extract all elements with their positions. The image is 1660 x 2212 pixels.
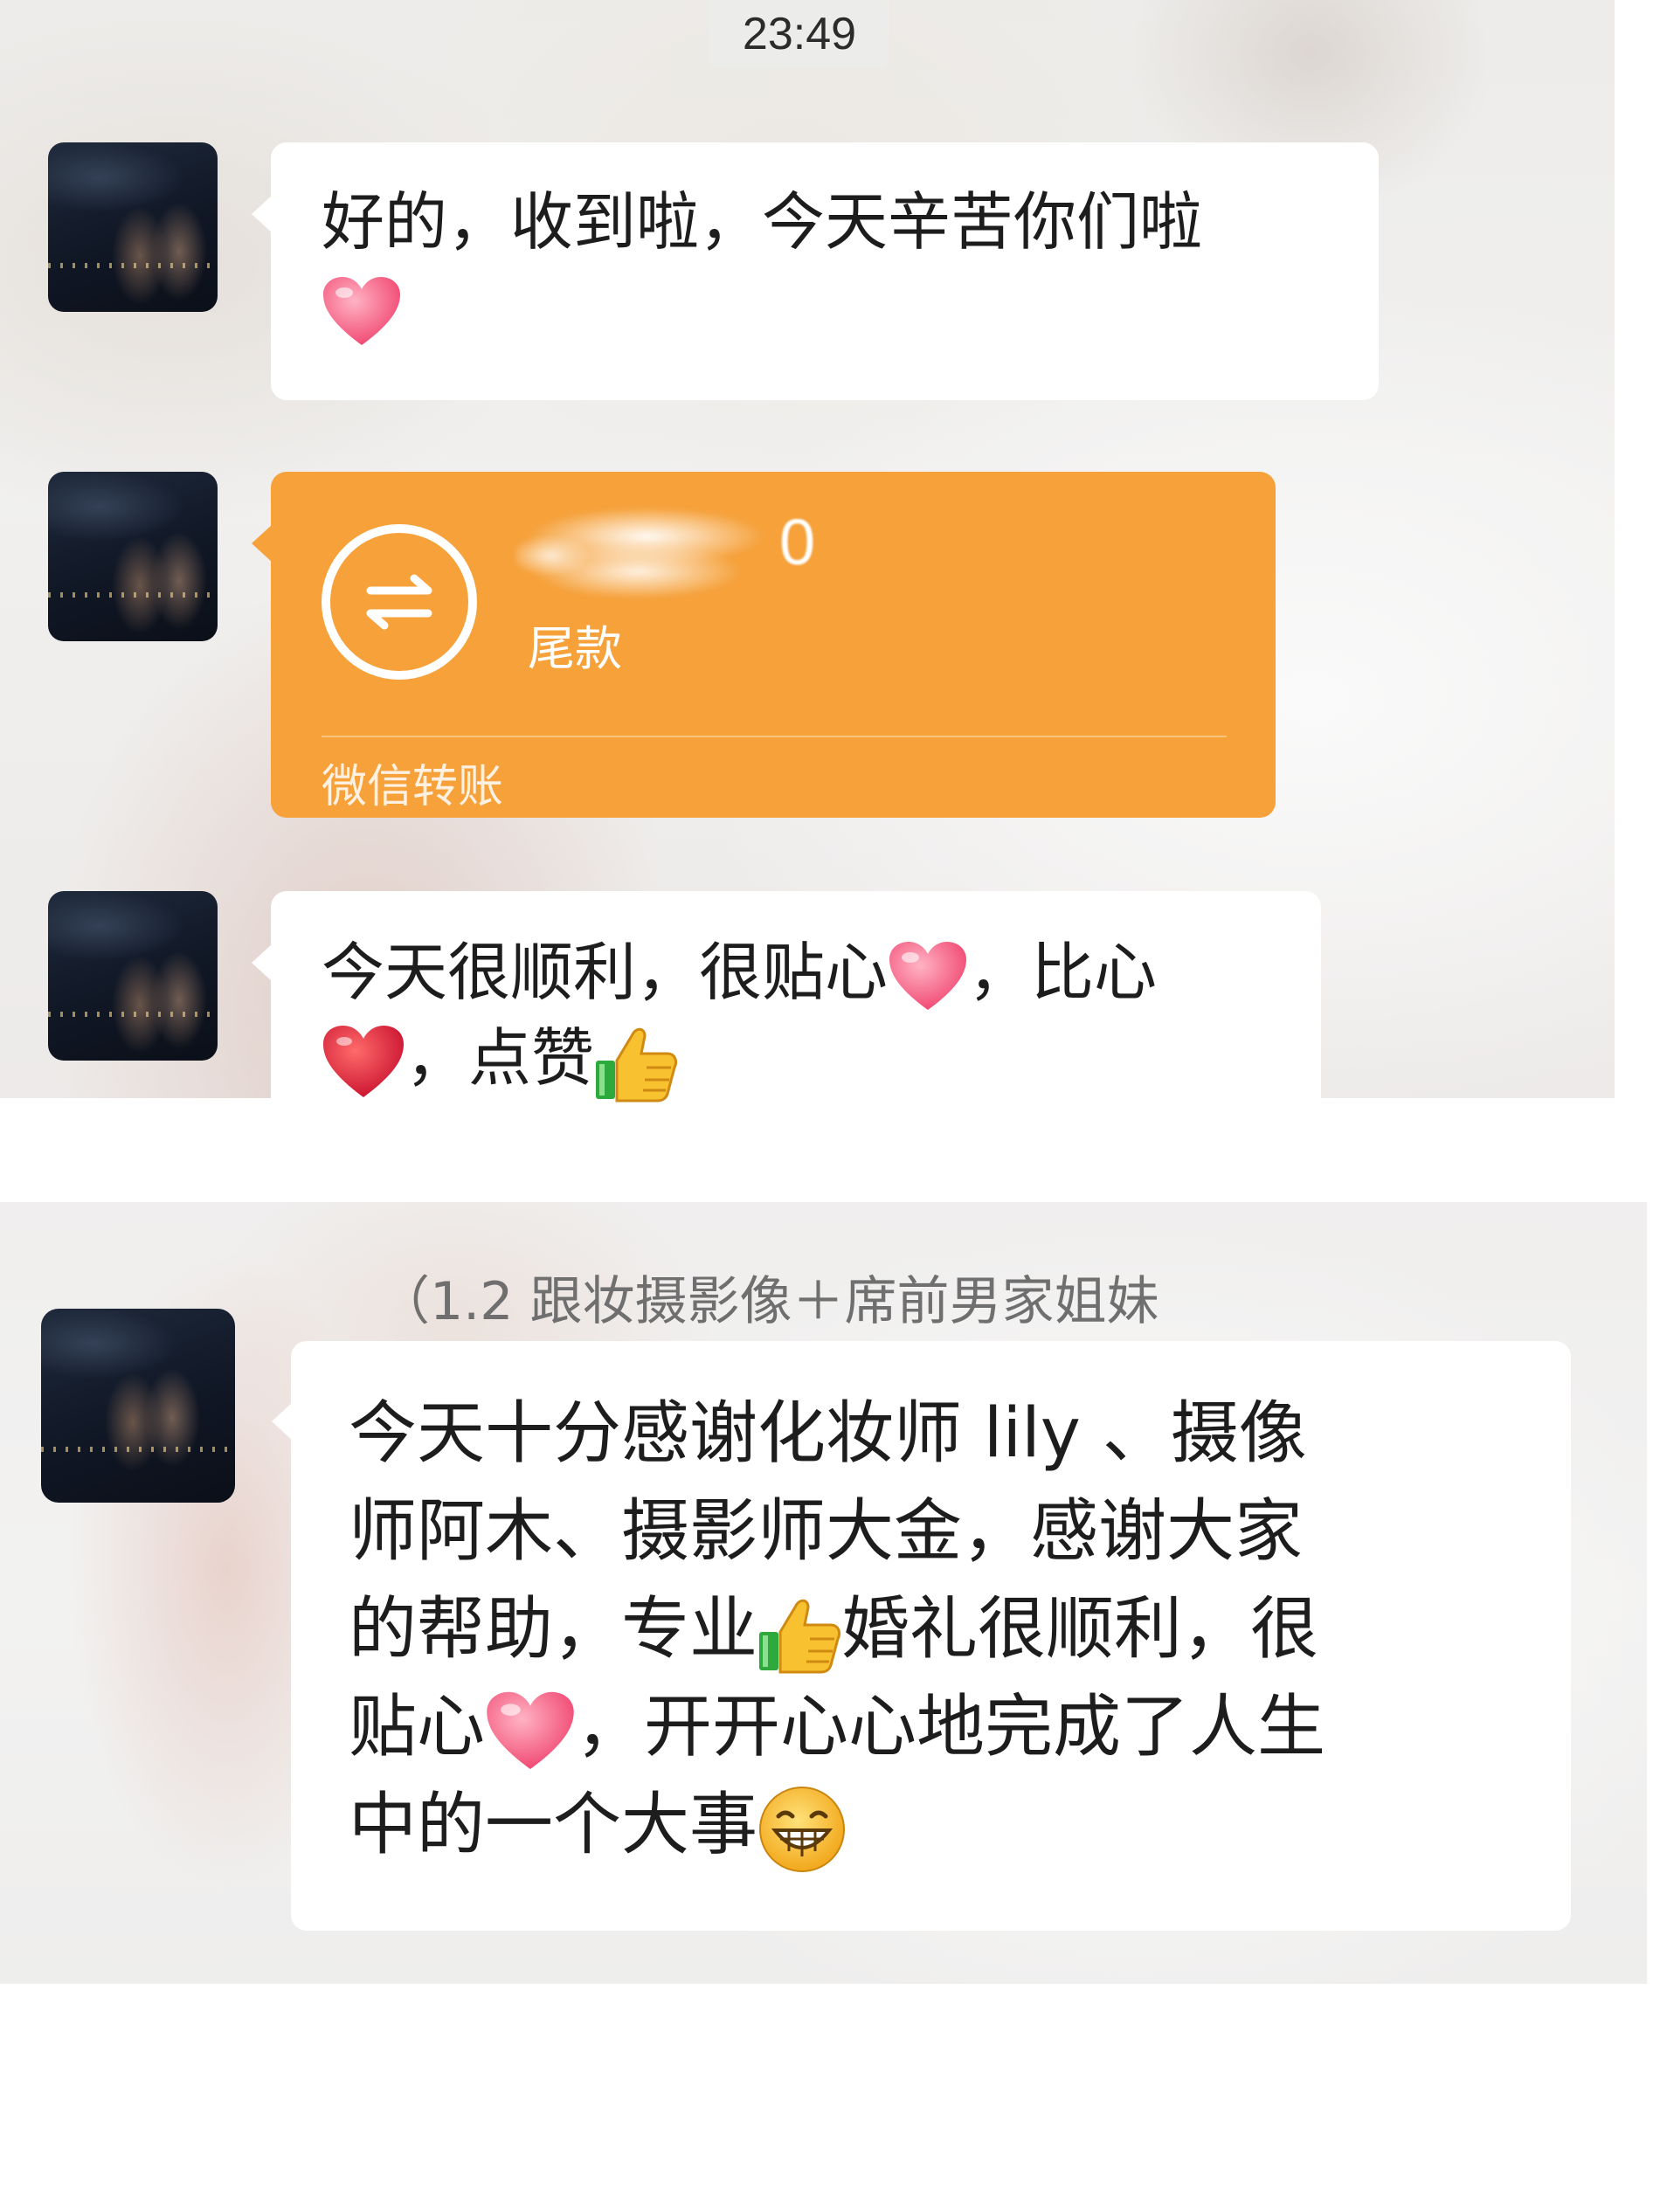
message-bubble[interactable]: 今天十分感谢化妆师 lily 、摄像 师阿木、摄影师大金，感谢大家 的帮助，专业… bbox=[272, 1341, 1571, 1931]
message-text: 贴心 bbox=[349, 1688, 486, 1766]
message-text: ，比心 bbox=[968, 936, 1158, 1009]
contact-avatar[interactable] bbox=[48, 142, 218, 312]
pink-heart-icon bbox=[322, 275, 402, 349]
message-text: 婚礼很顺利，很 bbox=[841, 1590, 1319, 1669]
red-heart-icon bbox=[322, 1024, 405, 1101]
transfer-amount-redacted: 0 bbox=[515, 493, 830, 598]
message-text: 中的一个大事 bbox=[349, 1786, 758, 1864]
contact-avatar[interactable] bbox=[48, 891, 218, 1061]
message-text: ，点赞 bbox=[405, 1021, 595, 1095]
pink-heart-icon bbox=[485, 1690, 576, 1773]
chat-screenshot: 23:49 好的，收到啦，今天辛苦你们啦 0 尾款 微信转账 今天很顺利，很贴心… bbox=[0, 0, 1660, 2212]
transfer-card[interactable]: 0 尾款 微信转账 bbox=[252, 472, 1276, 818]
message-text: 师阿木、摄影师大金，感谢大家 bbox=[349, 1492, 1304, 1571]
message-text: 好的，收到啦，今天辛苦你们啦 bbox=[322, 185, 1203, 259]
transfer-footer-label: 微信转账 bbox=[322, 761, 504, 813]
message-text: 的帮助，专业 bbox=[349, 1590, 758, 1669]
thumbs-up-icon bbox=[757, 1593, 841, 1674]
divider bbox=[322, 736, 1227, 737]
grinning-face-icon bbox=[757, 1785, 847, 1874]
message-bubble[interactable]: 好的，收到啦，今天辛苦你们啦 bbox=[252, 142, 1379, 400]
pink-heart-icon bbox=[888, 940, 968, 1013]
message-text: ，开开心心地完成了人生 bbox=[576, 1688, 1326, 1766]
contact-avatar[interactable] bbox=[48, 472, 218, 641]
message-timestamp: 23:49 bbox=[709, 0, 889, 68]
transfer-note: 尾款 bbox=[528, 621, 622, 676]
thumbs-up-icon bbox=[594, 1022, 678, 1103]
message-bubble[interactable]: 今天很顺利，很贴心 ，比心 ，点赞 bbox=[252, 891, 1321, 1103]
message-text: 今天很顺利，很贴心 bbox=[322, 936, 889, 1009]
sender-name: （1.2 跟妆摄影像＋席前男家姐妹 bbox=[377, 1271, 1159, 1332]
transfer-arrows-icon bbox=[322, 524, 477, 680]
contact-avatar[interactable] bbox=[41, 1309, 235, 1503]
message-text: 今天十分感谢化妆师 lily 、摄像 bbox=[349, 1394, 1307, 1473]
